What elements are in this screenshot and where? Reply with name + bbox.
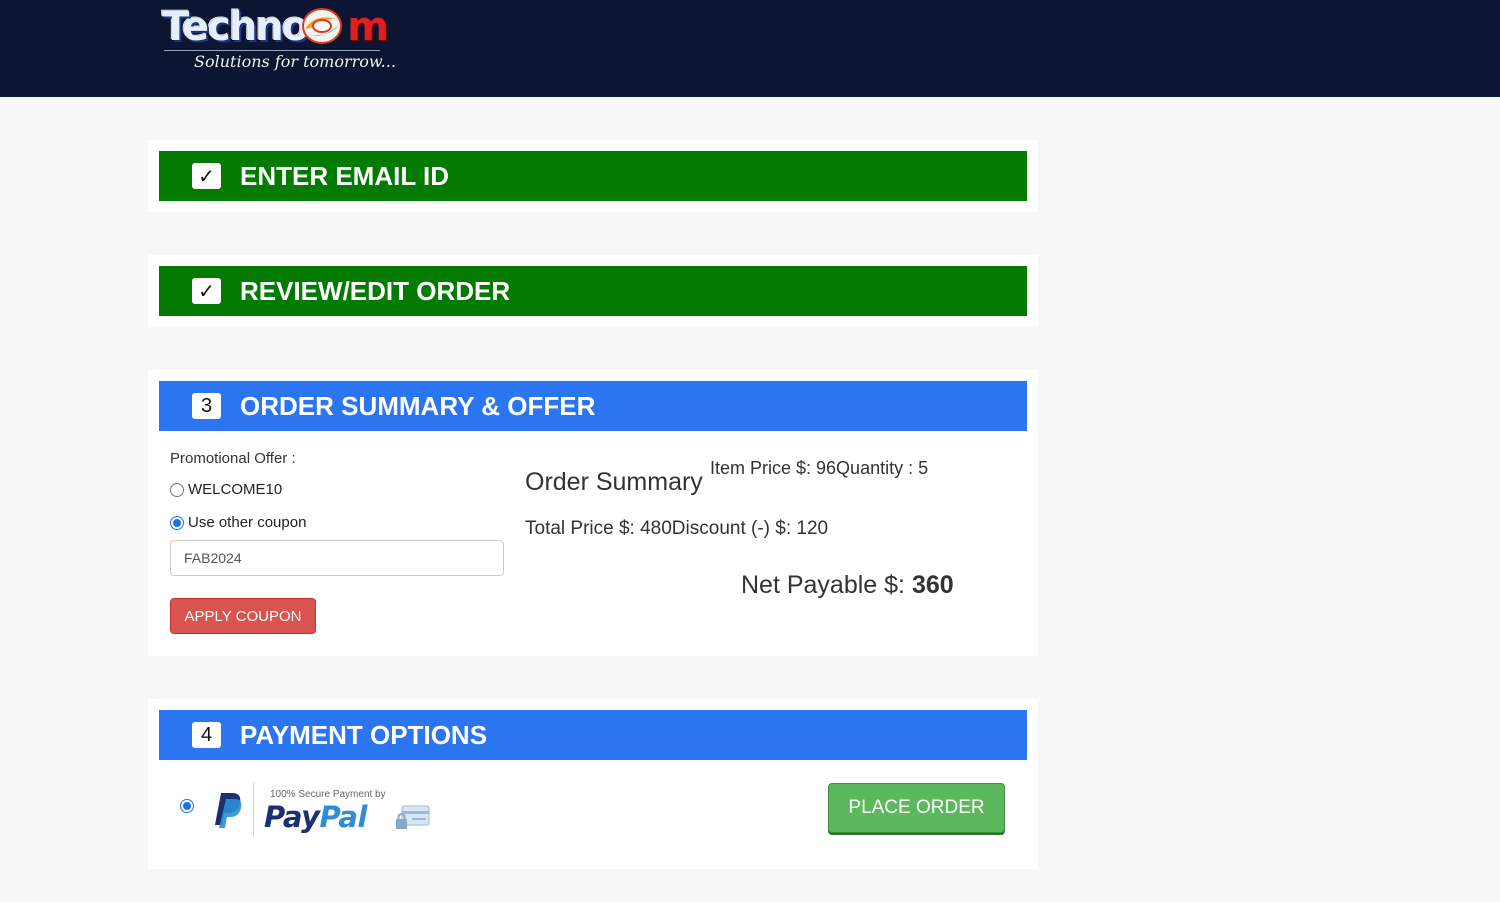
- net-payable: Net Payable $: 360: [741, 571, 954, 600]
- brand-logo[interactable]: Techno m Solutions for tomorrow...: [160, 4, 396, 74]
- coupon-option-other[interactable]: Use other coupon: [170, 514, 306, 531]
- paypal-wordmark: PayPal: [264, 800, 367, 834]
- item-price-quantity: Item Price $: 96Quantity : 5: [710, 458, 929, 478]
- radio-button[interactable]: [170, 482, 184, 497]
- check-icon: ✓: [192, 278, 221, 304]
- step-title: PAYMENT OPTIONS: [240, 719, 488, 750]
- total-price-discount: Total Price $: 480Discount (-) $: 120: [525, 518, 829, 539]
- place-order-button[interactable]: PLACE ORDER: [828, 783, 1005, 833]
- secure-payment-text: 100% Secure Payment by: [270, 789, 386, 800]
- step-number-badge: 3: [192, 393, 221, 419]
- paypal-radio-button[interactable]: [180, 799, 194, 813]
- step-card-review: ✓ REVIEW/EDIT ORDER: [148, 255, 1038, 327]
- paypal-icon: [215, 793, 242, 828]
- check-icon: ✓: [192, 163, 221, 189]
- logo-wordmark: Techno m: [162, 4, 389, 50]
- coupon-code-input[interactable]: [170, 540, 504, 576]
- step-header-payment[interactable]: 4 PAYMENT OPTIONS: [159, 710, 1027, 760]
- secure-card-icon: [396, 805, 430, 829]
- step-card-order-summary: 3 ORDER SUMMARY & OFFER Promotional Offe…: [148, 370, 1038, 656]
- step-header-review[interactable]: ✓ REVIEW/EDIT ORDER: [159, 266, 1027, 316]
- net-payable-value: 360: [911, 571, 954, 599]
- step-header-order-summary[interactable]: 3 ORDER SUMMARY & OFFER: [159, 381, 1027, 431]
- step-number-badge: 4: [192, 722, 221, 748]
- order-summary-heading: Order Summary: [525, 468, 703, 496]
- coupon-option-label: WELCOME10: [188, 481, 283, 498]
- apply-coupon-button[interactable]: APPLY COUPON: [170, 598, 316, 634]
- step-title: ORDER SUMMARY & OFFER: [240, 390, 596, 421]
- logo-tagline: Solutions for tomorrow...: [194, 52, 396, 71]
- step-card-payment: 4 PAYMENT OPTIONS 100% Secure Payment by…: [148, 699, 1038, 869]
- coupon-option-label: Use other coupon: [188, 514, 307, 531]
- promo-offer-label: Promotional Offer :: [170, 450, 296, 467]
- step-card-email: ✓ ENTER EMAIL ID: [148, 140, 1038, 212]
- coupon-option-welcome10[interactable]: WELCOME10: [170, 481, 282, 498]
- logo-swirl-icon: [302, 8, 342, 44]
- net-payable-label: Net Payable $:: [741, 571, 912, 599]
- step-title: REVIEW/EDIT ORDER: [240, 275, 511, 306]
- paypal-divider: [253, 782, 254, 836]
- logo-divider: [164, 50, 380, 51]
- step-header-email[interactable]: ✓ ENTER EMAIL ID: [159, 151, 1027, 201]
- header-bar: Techno m Solutions for tomorrow...: [0, 0, 1500, 97]
- step-title: ENTER EMAIL ID: [240, 160, 449, 191]
- radio-button[interactable]: [170, 515, 184, 530]
